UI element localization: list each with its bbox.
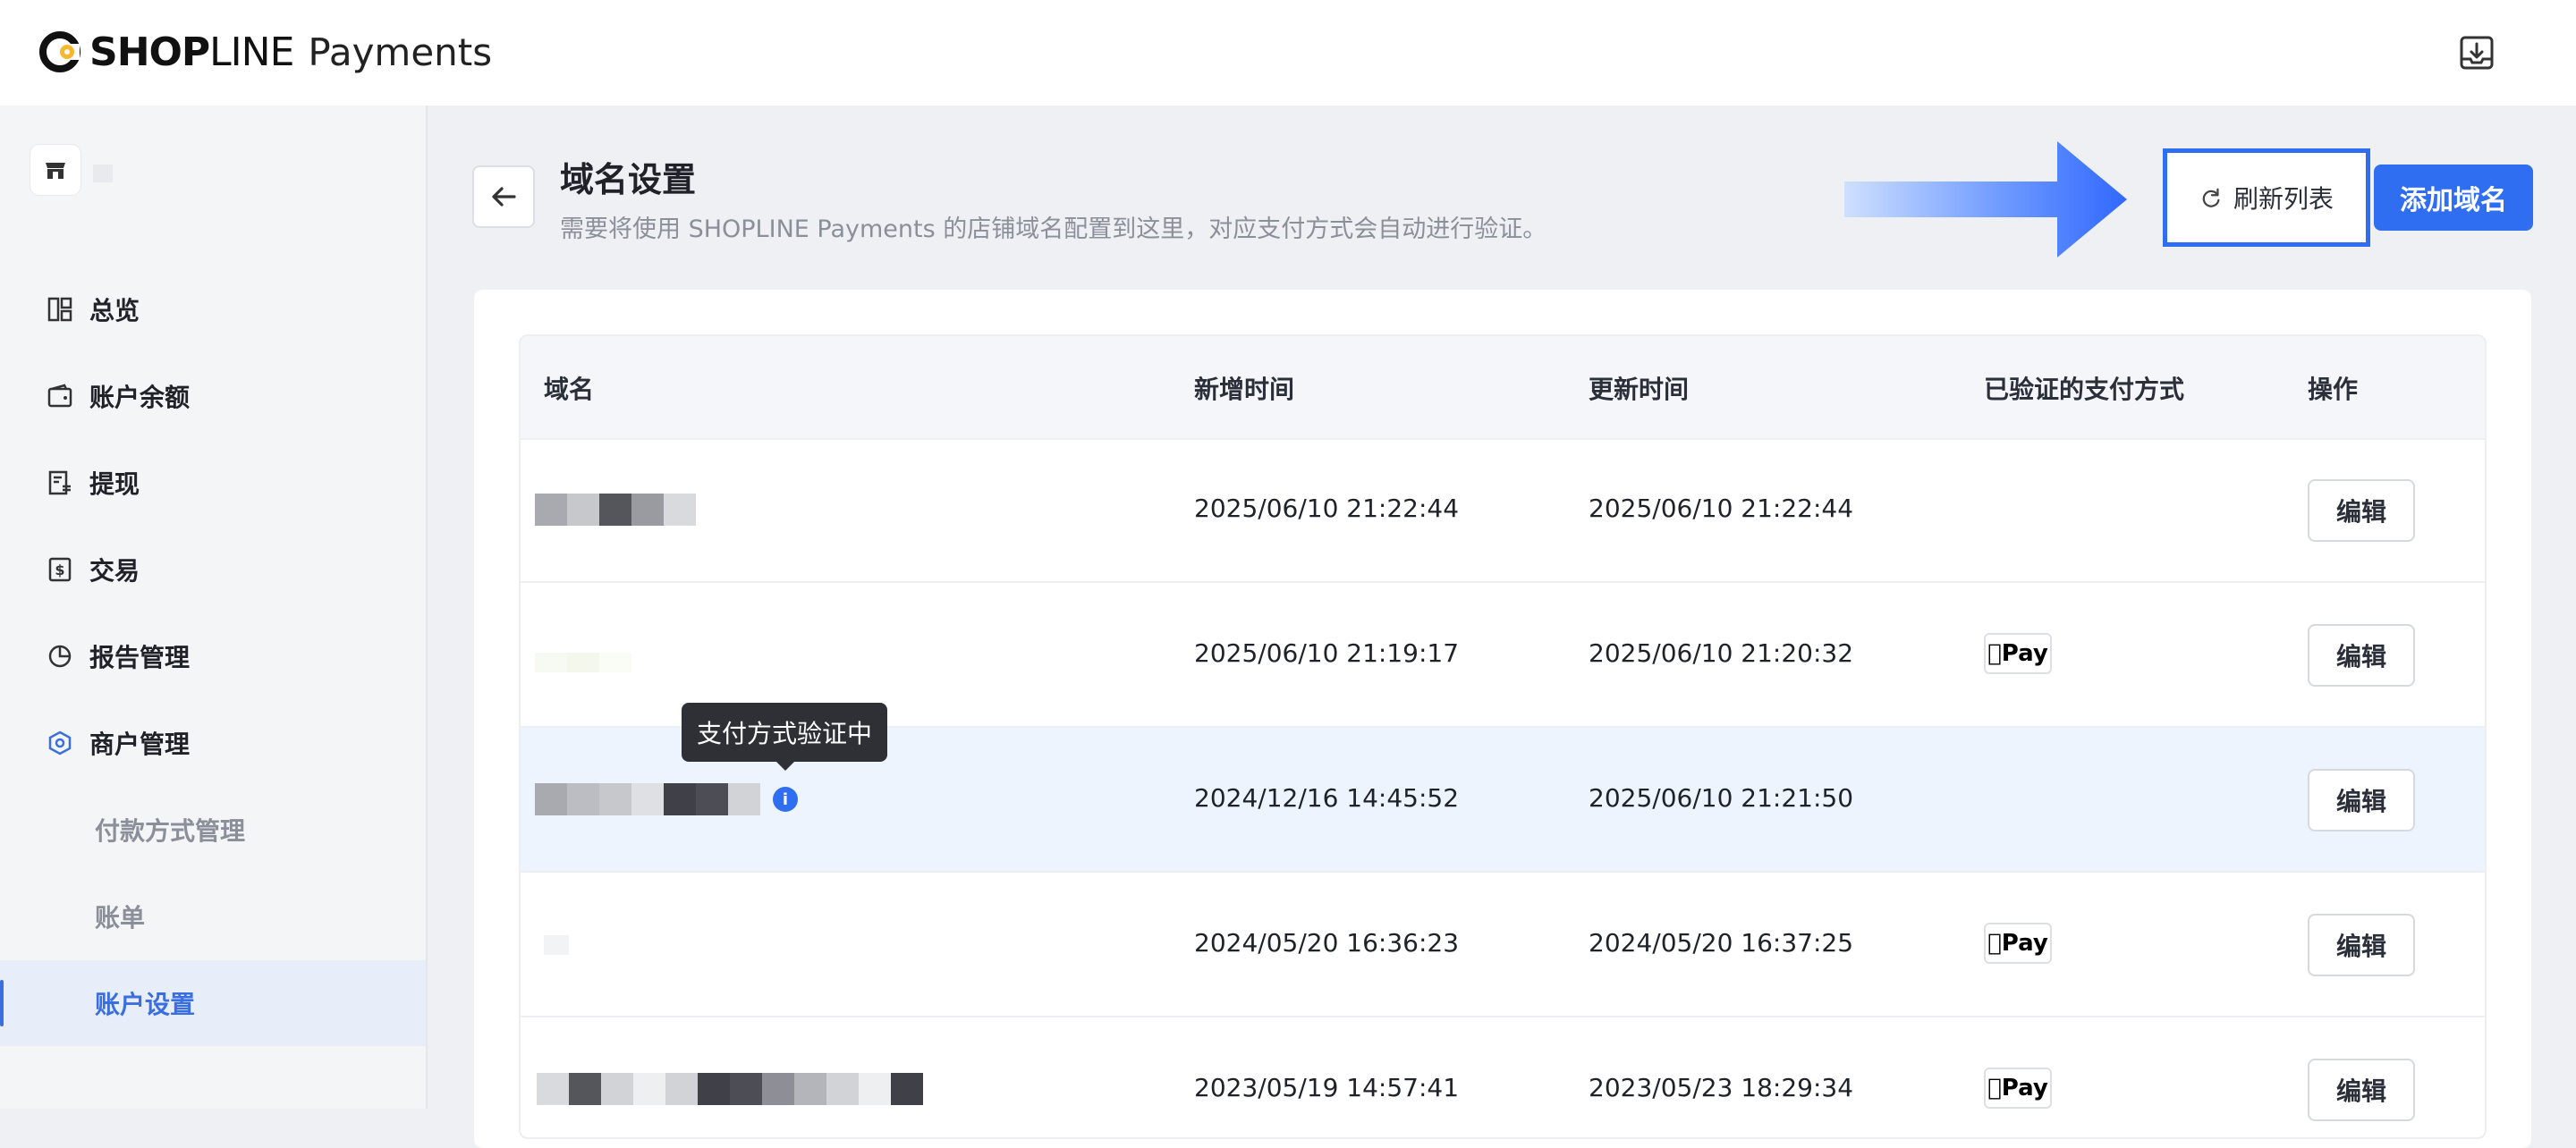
store-name-redacted [93,165,113,182]
store-avatar[interactable] [30,145,80,195]
wallet-icon [45,381,75,411]
apple-logo-icon:  [1987,640,2002,667]
logo-brand-bold: SHOP [89,29,210,75]
sidebar-item-label: 交易 [89,556,140,586]
created-time: 2024/05/20 16:36:23 [1194,928,1460,958]
sidebar-item-label: 账户余额 [89,383,191,412]
sidebar-item-balance[interactable]: 账户余额 [0,353,426,439]
column-header-action: 操作 [2308,375,2359,404]
add-domain-button[interactable]: 添加域名 [2374,165,2533,231]
apple-logo-icon:  [1987,1075,2002,1102]
sidebar-subitem-label: 账户设置 [95,990,196,1019]
sidebar-subitem-payment-methods[interactable]: 付款方式管理 [0,787,426,873]
annotation-arrow-icon [1844,141,2127,257]
updated-time: 2025/06/10 21:21:50 [1589,783,1854,813]
page-title: 域名设置 [560,160,697,199]
apple-pay-label: Pay [1994,1075,2048,1102]
edit-button[interactable]: 编辑 [2308,769,2415,831]
refresh-list-button[interactable]: 刷新列表 [2163,148,2370,247]
domain-redacted [535,494,696,526]
updated-time: 2025/06/10 21:20:32 [1589,638,1854,668]
apple-pay-label: Pay [1994,930,2048,957]
table-row: 2024/05/20 16:36:23 2024/05/20 16:37:25 … [521,873,2485,1017]
top-bar: SHOP LINE Payments [0,0,2576,106]
sidebar-item-label: 商户管理 [89,730,191,759]
updated-time: 2025/06/10 21:22:44 [1589,494,1854,523]
apple-pay-badge: Pay [1984,1068,2052,1109]
arrow-left-icon [492,187,516,207]
withdraw-doc-icon [45,468,75,498]
info-icon[interactable]: i [773,787,798,812]
table-header: 域名 新增时间 更新时间 已验证的支付方式 操作 [521,336,2485,440]
logo-product-name: Payments [308,30,493,74]
edit-button[interactable]: 编辑 [2308,624,2415,687]
logo-brand-light: LINE [209,29,294,75]
edit-button[interactable]: 编辑 [2308,914,2415,976]
edit-button[interactable]: 编辑 [2308,1059,2415,1121]
shopline-logo-mark-icon [39,31,80,72]
edit-button[interactable]: 编辑 [2308,479,2415,542]
domain-redacted [537,1073,923,1105]
sidebar-item-label: 报告管理 [89,643,191,672]
column-header-domain: 域名 [544,375,595,404]
table-row: 2025/06/10 21:22:44 2025/06/10 21:22:44 … [521,438,2485,583]
sidebar-subitem-bills[interactable]: 账单 [0,874,426,959]
dollar-doc-icon: $ [45,554,75,585]
sidebar-item-label: 总览 [89,296,140,325]
back-button[interactable] [472,165,535,228]
created-time: 2024/12/16 14:45:52 [1194,783,1460,813]
column-header-updated: 更新时间 [1589,375,1690,404]
sidebar-item-transactions[interactable]: $ 交易 [0,527,426,612]
apple-pay-badge: Pay [1984,923,2052,964]
refresh-list-label: 刷新列表 [2233,184,2334,214]
store-icon [46,163,65,179]
domain-redacted [544,935,569,955]
column-header-created: 新增时间 [1194,375,1295,404]
pie-chart-icon [45,641,75,671]
domain-redacted [535,653,631,672]
hexagon-settings-icon [45,728,75,758]
apple-logo-icon:  [1987,930,2002,957]
column-header-payment: 已验证的支付方式 [1984,375,2185,404]
sidebar-item-overview[interactable]: 总览 [0,266,426,352]
sidebar-item-reports[interactable]: 报告管理 [0,613,426,699]
sidebar-item-withdraw[interactable]: 提现 [0,440,426,526]
dashboard-icon [45,294,75,325]
domain-redacted [535,783,760,815]
apple-pay-badge: Pay [1984,633,2052,674]
table-row: 2023/05/19 14:57:41 2023/05/23 18:29:34 … [521,1017,2485,1137]
download-tray-icon[interactable] [2458,34,2496,72]
created-time: 2023/05/19 14:57:41 [1194,1073,1460,1102]
refresh-icon [2202,188,2220,207]
updated-time: 2023/05/23 18:29:34 [1589,1073,1854,1102]
svg-text:$: $ [55,561,64,578]
created-time: 2025/06/10 21:19:17 [1194,638,1460,668]
created-time: 2025/06/10 21:22:44 [1194,494,1460,523]
sidebar-item-label: 提现 [89,469,140,499]
sidebar: 总览 账户余额 提现 $ 交易 报告管理 商户管理 付款方式管理 账单 账户设置 [0,106,428,1109]
sidebar-subitem-label: 付款方式管理 [95,816,246,846]
apple-pay-label: Pay [1994,640,2048,667]
updated-time: 2024/05/20 16:37:25 [1589,928,1854,958]
sidebar-subitem-account-settings[interactable]: 账户设置 [0,960,426,1046]
shopline-payments-logo[interactable]: SHOP LINE Payments [38,27,492,77]
verification-status-tooltip: 支付方式验证中 [682,703,887,771]
page-description: 需要将使用 SHOPLINE Payments 的店铺域名配置到这里，对应支付方… [560,215,1547,243]
sidebar-subitem-label: 账单 [95,903,146,933]
sidebar-item-merchant[interactable]: 商户管理 [0,700,426,786]
